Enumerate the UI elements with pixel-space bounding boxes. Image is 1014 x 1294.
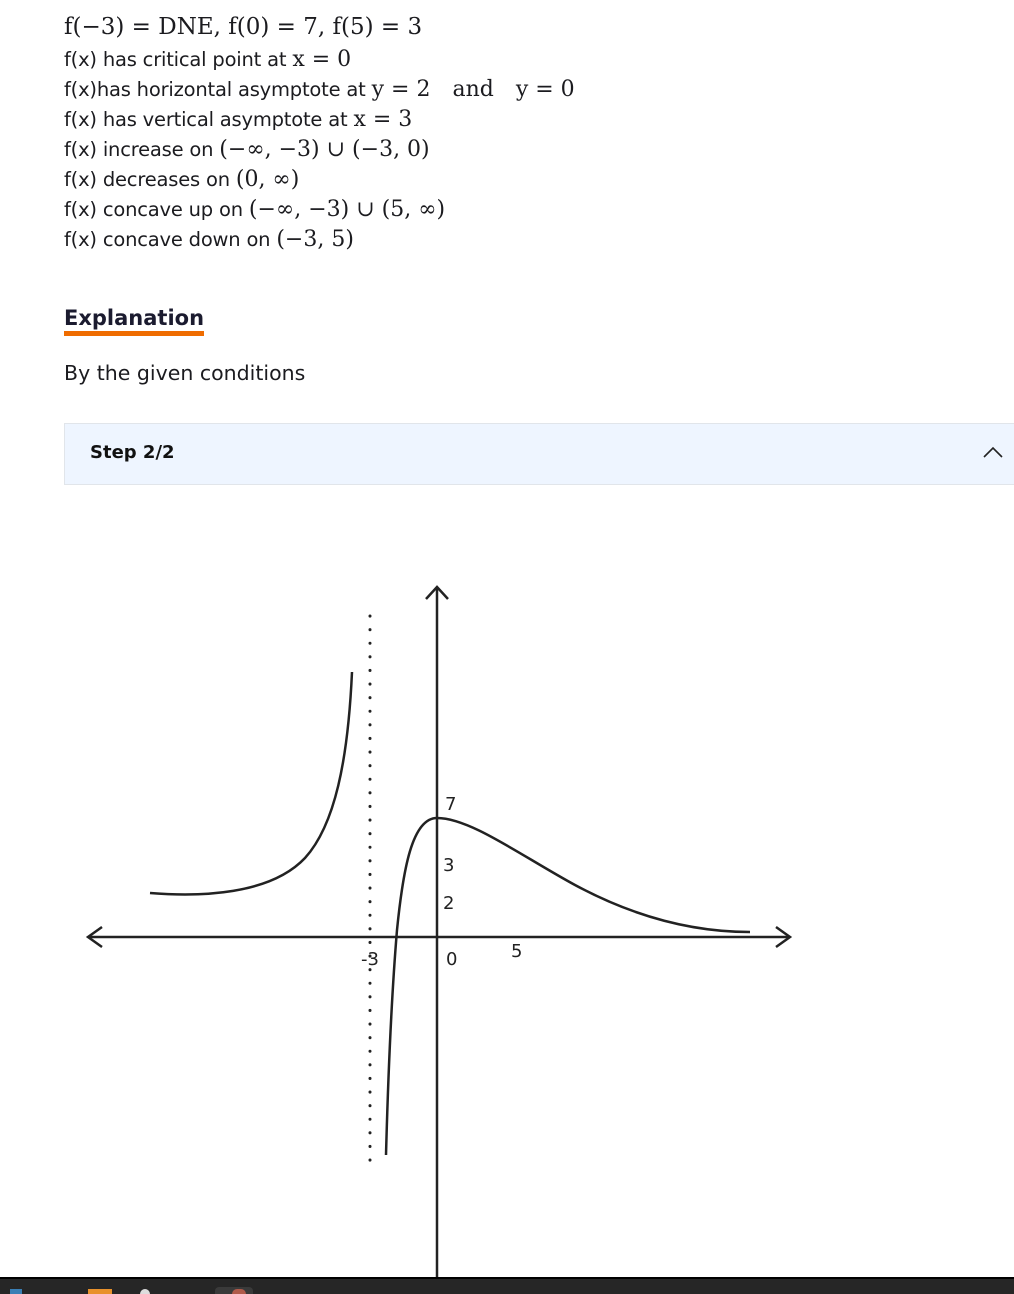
label-origin: 0 [446,949,457,970]
label-y-3: 3 [443,855,454,876]
function-graph: 7 3 2 0 5 -3 [85,585,793,1290]
label-x-5: 5 [511,941,522,962]
label-y-7: 7 [445,794,456,815]
left-branch-curve [149,671,354,896]
right-branch-curve [384,816,751,1156]
os-taskbar [0,1277,1014,1294]
label-y-2: 2 [443,893,454,914]
label-x-neg3: -3 [361,949,379,970]
